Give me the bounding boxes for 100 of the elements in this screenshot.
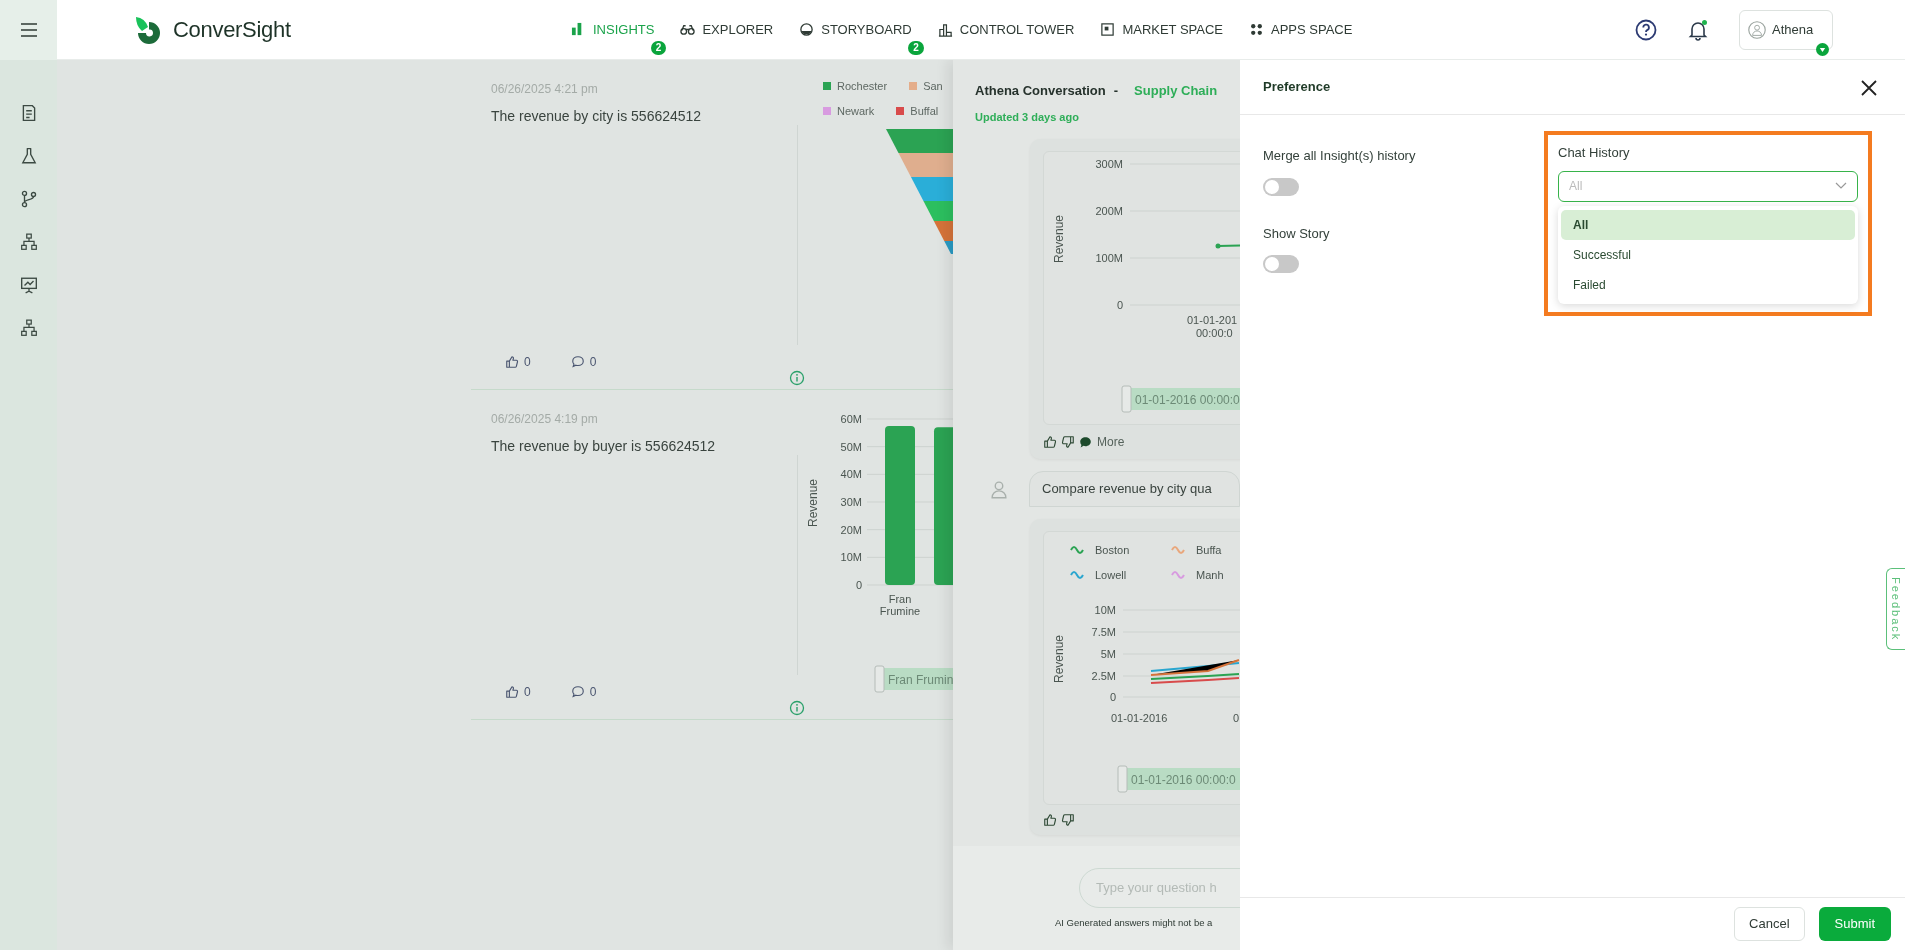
dropdown-option[interactable]: Successful: [1561, 239, 1855, 270]
axis-tick-label: 0: [1116, 299, 1123, 311]
disclaimer-text: AI Generated answers might not be a: [1055, 915, 1214, 930]
nav-tab[interactable]: CONTROL TOWER: [937, 15, 1075, 44]
timestamp: 06/26/2025 4:19 pm: [491, 411, 599, 428]
nav-tab[interactable]: INSIGHTS: [571, 15, 655, 44]
thumbs-down-button[interactable]: [1061, 812, 1075, 827]
branch-icon[interactable]: [19, 190, 38, 208]
axis-title: Revenue: [806, 479, 820, 527]
binoculars-icon: [680, 22, 696, 37]
info-icon[interactable]: [789, 699, 805, 716]
info-icon[interactable]: [789, 369, 805, 386]
panel-title: Athena Conversation: [975, 82, 1106, 100]
user-icon: [1748, 20, 1766, 39]
thumbs-down-button[interactable]: [1061, 435, 1075, 449]
axis-tick-label: 2.5M: [1091, 669, 1116, 682]
axis-tick-label: 0: [1109, 690, 1116, 703]
axis-title: Revenue: [1052, 634, 1066, 683]
comment-button[interactable]: 0: [570, 683, 597, 701]
bell-icon[interactable]: [1687, 18, 1709, 41]
insight-text: The revenue by city is 556624512: [491, 107, 703, 126]
legend-item: Rochester: [823, 78, 888, 95]
count-badge: 2: [908, 41, 924, 56]
dropdown-option[interactable]: All: [1561, 209, 1855, 240]
thumbs-up-icon: [505, 355, 519, 369]
menu-icon[interactable]: [19, 22, 38, 37]
like-button[interactable]: 0: [505, 353, 531, 371]
thumbs-up-button[interactable]: [1043, 435, 1057, 449]
axis-tick-label: 01-01-201: [1187, 314, 1238, 326]
thumbs-down-icon: [1061, 812, 1075, 827]
axis-tick-label: 30M: [840, 496, 862, 508]
count-badge: 2: [650, 41, 667, 56]
nav-tab[interactable]: MARKET SPACE: [1100, 15, 1224, 44]
axis-tick-label: 00:00:0: [1196, 327, 1233, 339]
comment-button[interactable]: 0: [570, 353, 597, 371]
legend-item: Buffal: [896, 102, 939, 119]
axis-tick-label: 10M: [840, 551, 862, 564]
comment-icon: [570, 685, 585, 699]
axis-tick-label: 100M: [1095, 252, 1123, 264]
cancel-button[interactable]: Cancel: [1734, 907, 1805, 941]
toggle-switch[interactable]: [1263, 177, 1299, 196]
setting-label: Show Story: [1263, 224, 1330, 243]
building-icon: [937, 22, 953, 37]
project-name: Supply Chain: [1134, 82, 1218, 100]
axis-tick-label: 7.5M: [1091, 625, 1116, 638]
nav-tab[interactable]: STORYBOARD: [799, 15, 912, 44]
chevron-down-icon: [1835, 182, 1847, 190]
grid-icon: [1249, 22, 1265, 37]
legend-label: Boston: [1095, 543, 1130, 556]
thumbs-up-button[interactable]: [1043, 812, 1057, 827]
legend-label: Lowell: [1095, 568, 1127, 581]
hierarchy-icon[interactable]: [19, 233, 38, 251]
question-bubble: Compare revenue by city qua: [1029, 471, 1240, 507]
updated-text: Updated 3 days ago: [975, 109, 1080, 125]
axis-tick-label: 0: [855, 579, 862, 591]
axis-tick-label: 40M: [840, 468, 862, 481]
nav-tab[interactable]: APPS SPACE: [1249, 15, 1353, 44]
nav-tab[interactable]: EXPLORER: [680, 15, 774, 44]
comment-icon: [570, 355, 585, 369]
user-avatar-icon: [989, 479, 1009, 500]
axis-tick-label: 0: [1233, 711, 1240, 724]
presentation-icon[interactable]: [19, 276, 38, 294]
axis-tick-label: 10M: [1094, 603, 1116, 616]
axis-tick-label: Fran Frumine: [879, 593, 921, 617]
axis-tick-label: 300M: [1095, 158, 1123, 170]
toggle-switch[interactable]: [1263, 255, 1299, 273]
axis-tick-label: 60M: [840, 413, 862, 425]
help-icon[interactable]: [1635, 18, 1657, 41]
field-label: Chat History: [1558, 144, 1631, 162]
more-button[interactable]: More: [1079, 433, 1125, 451]
thumbs-up-icon: [1043, 435, 1057, 449]
axis-title: Revenue: [1052, 215, 1066, 263]
drawer-title: Preference: [1263, 78, 1331, 97]
logo-text: ConverSight: [173, 16, 291, 44]
legend-label: Buffa: [1196, 543, 1222, 556]
axis-tick-label: 20M: [840, 523, 862, 536]
insight-text: The revenue by buyer is 556624512: [491, 437, 717, 456]
close-icon: [1860, 78, 1878, 97]
thumbs-up-icon: [505, 685, 519, 699]
user-menu-button[interactable]: Athena: [1739, 9, 1833, 50]
axis-tick-label: 5M: [1100, 647, 1116, 660]
legend-label: Manh: [1196, 568, 1224, 581]
axis-tick-label: 200M: [1095, 205, 1123, 217]
flask-icon[interactable]: [19, 147, 38, 165]
legend-item: San: [909, 78, 943, 95]
like-button[interactable]: 0: [505, 683, 531, 701]
caret-icon: [1816, 42, 1829, 56]
thumbs-down-icon: [1061, 435, 1075, 449]
close-button[interactable]: [1860, 77, 1878, 97]
axis-tick-label: 01-01-2016: [1111, 711, 1168, 724]
legend-item: Newark: [823, 102, 875, 119]
axis-tick-label: 50M: [840, 440, 862, 453]
setting-label: Merge all Insight(s) history: [1263, 147, 1416, 165]
line-chart-drawing: [1215, 241, 1240, 249]
dropdown-option[interactable]: Failed: [1561, 269, 1855, 300]
thumbs-up-icon: [1043, 812, 1057, 827]
speech-bubble-icon: [1079, 435, 1092, 449]
timestamp: 06/26/2025 4:21 pm: [491, 81, 599, 98]
hierarchy-icon[interactable]: [19, 319, 38, 337]
separator-text: -: [1113, 82, 1119, 100]
